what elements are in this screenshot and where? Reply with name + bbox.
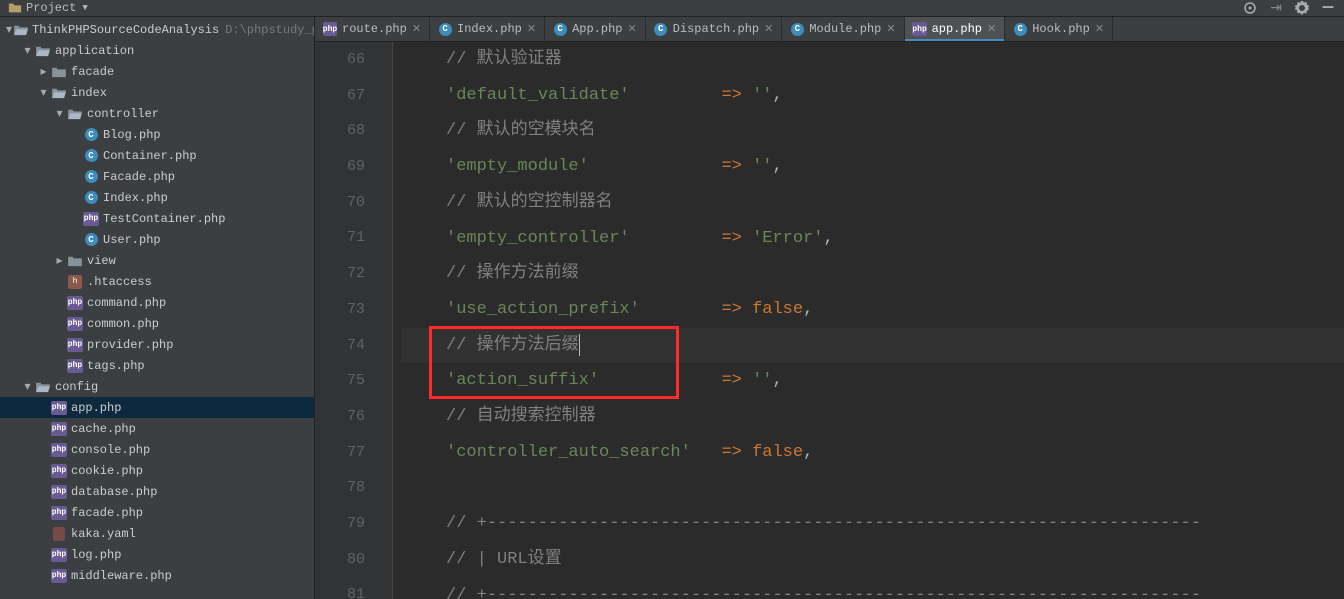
code-line[interactable]: // 操作方法后缀 (401, 328, 1344, 364)
tree-cache[interactable]: ▸phpcache.php (0, 418, 314, 439)
toolbar-split-icon[interactable]: ⇥ (1268, 0, 1284, 16)
code-line[interactable]: 'controller_auto_search' => false, (401, 435, 1344, 471)
code-line[interactable]: 'default_validate' => '', (401, 78, 1344, 114)
marker-column (315, 42, 327, 599)
gear-icon[interactable] (1294, 0, 1310, 16)
code-line[interactable]: // 自动搜索控制器 (401, 399, 1344, 435)
code-line[interactable]: // 默认验证器 (401, 42, 1344, 78)
code-line[interactable]: 'empty_module' => '', (401, 149, 1344, 185)
tree-index-php[interactable]: ▸CIndex.php (0, 187, 314, 208)
file-icon: C (438, 22, 452, 36)
tab-app-php[interactable]: CApp.php✕ (545, 17, 646, 41)
file-icon: C (790, 22, 804, 36)
hide-icon[interactable]: — (1320, 0, 1336, 16)
tree-provider[interactable]: ▸phpprovider.php (0, 334, 314, 355)
close-icon[interactable]: ✕ (1095, 22, 1104, 36)
file-icon: C (553, 22, 567, 36)
file-icon: php (913, 22, 927, 36)
scroll-from-source-icon[interactable] (1242, 0, 1258, 16)
close-icon[interactable]: ✕ (987, 22, 996, 36)
line-number: 68 (327, 113, 365, 149)
tree-container[interactable]: ▸CContainer.php (0, 145, 314, 166)
line-number: 80 (327, 542, 365, 578)
tree-log[interactable]: ▸phplog.php (0, 544, 314, 565)
tree-tags[interactable]: ▸phptags.php (0, 355, 314, 376)
tree-facade-php[interactable]: ▸CFacade.php (0, 166, 314, 187)
close-icon[interactable]: ✕ (886, 22, 895, 36)
tab-dispatch-php[interactable]: CDispatch.php✕ (646, 17, 783, 41)
tree-app[interactable]: ▸phpapp.php (0, 397, 314, 418)
line-number: 66 (327, 42, 365, 78)
tree-facade[interactable]: ▸facade (0, 61, 314, 82)
editor-tabs: phproute.php✕CIndex.php✕CApp.php✕CDispat… (315, 17, 1344, 42)
line-number: 69 (327, 149, 365, 185)
tree-kaka[interactable]: ▸kaka.yaml (0, 523, 314, 544)
code-line[interactable]: // 操作方法前缀 (401, 256, 1344, 292)
close-icon[interactable]: ✕ (764, 22, 773, 36)
tree-database[interactable]: ▸phpdatabase.php (0, 481, 314, 502)
project-tree[interactable]: ▾ThinkPHPSourceCodeAnalysisD:\phpstudy_p… (0, 17, 315, 599)
line-number: 72 (327, 256, 365, 292)
close-icon[interactable]: ✕ (627, 22, 636, 36)
file-icon: C (654, 22, 668, 36)
file-icon: php (323, 22, 337, 36)
line-number: 75 (327, 363, 365, 399)
line-number: 78 (327, 470, 365, 506)
line-number: 67 (327, 78, 365, 114)
tree-controller[interactable]: ▾controller (0, 103, 314, 124)
tab-index-php[interactable]: CIndex.php✕ (430, 17, 545, 41)
tree-htaccess[interactable]: ▸h.htaccess (0, 271, 314, 292)
text-caret (579, 334, 580, 356)
code-body[interactable]: // 默认验证器'default_validate' => '',// 默认的空… (393, 42, 1344, 599)
tree-command[interactable]: ▸phpcommand.php (0, 292, 314, 313)
line-number: 77 (327, 435, 365, 471)
code-line[interactable]: // 默认的空控制器名 (401, 185, 1344, 221)
code-line[interactable]: // 默认的空模块名 (401, 113, 1344, 149)
code-line[interactable]: // | URL设置 (401, 542, 1344, 578)
tree-blog[interactable]: ▸CBlog.php (0, 124, 314, 145)
line-number: 81 (327, 577, 365, 599)
tree-view[interactable]: ▸view (0, 250, 314, 271)
tree-application[interactable]: ▾application (0, 40, 314, 61)
tree-root[interactable]: ▾ThinkPHPSourceCodeAnalysisD:\phpstudy_p (0, 19, 314, 40)
project-icon (8, 1, 22, 15)
fold-column (377, 42, 393, 599)
tree-facade2[interactable]: ▸phpfacade.php (0, 502, 314, 523)
tab-module-php[interactable]: CModule.php✕ (782, 17, 904, 41)
tree-common[interactable]: ▸phpcommon.php (0, 313, 314, 334)
code-line[interactable]: // +------------------------------------… (401, 506, 1344, 542)
close-icon[interactable]: ✕ (527, 22, 536, 36)
tree-console[interactable]: ▸phpconsole.php (0, 439, 314, 460)
gutter: 66676869707172737475767778798081 (327, 42, 377, 599)
line-number: 71 (327, 220, 365, 256)
tree-user[interactable]: ▸CUser.php (0, 229, 314, 250)
code-line[interactable]: 'empty_controller' => 'Error', (401, 221, 1344, 257)
line-number: 70 (327, 185, 365, 221)
file-icon: C (1013, 22, 1027, 36)
line-number: 79 (327, 506, 365, 542)
line-number: 76 (327, 399, 365, 435)
tree-middleware[interactable]: ▸phpmiddleware.php (0, 565, 314, 586)
tree-config[interactable]: ▾config (0, 376, 314, 397)
code-editor[interactable]: 66676869707172737475767778798081 // 默认验证… (315, 42, 1344, 599)
tree-index[interactable]: ▾index (0, 82, 314, 103)
project-title[interactable]: Project (26, 1, 76, 15)
tree-cookie[interactable]: ▸phpcookie.php (0, 460, 314, 481)
tree-testcontainer[interactable]: ▸phpTestContainer.php (0, 208, 314, 229)
project-dropdown-icon[interactable]: ▼ (82, 3, 87, 13)
code-line[interactable]: 'action_suffix' => '', (401, 363, 1344, 399)
tab-hook-php[interactable]: CHook.php✕ (1005, 17, 1113, 41)
code-line[interactable]: 'use_action_prefix' => false, (401, 292, 1344, 328)
line-number: 73 (327, 292, 365, 328)
code-line[interactable]: // +------------------------------------… (401, 578, 1344, 599)
close-icon[interactable]: ✕ (412, 22, 421, 36)
code-line[interactable] (401, 470, 1344, 506)
tab-route-php[interactable]: phproute.php✕ (315, 17, 430, 41)
line-number: 74 (327, 328, 365, 364)
project-toolbar: Project ▼ ⇥ — (0, 0, 1344, 17)
tab-app-php[interactable]: phpapp.php✕ (905, 17, 1006, 41)
